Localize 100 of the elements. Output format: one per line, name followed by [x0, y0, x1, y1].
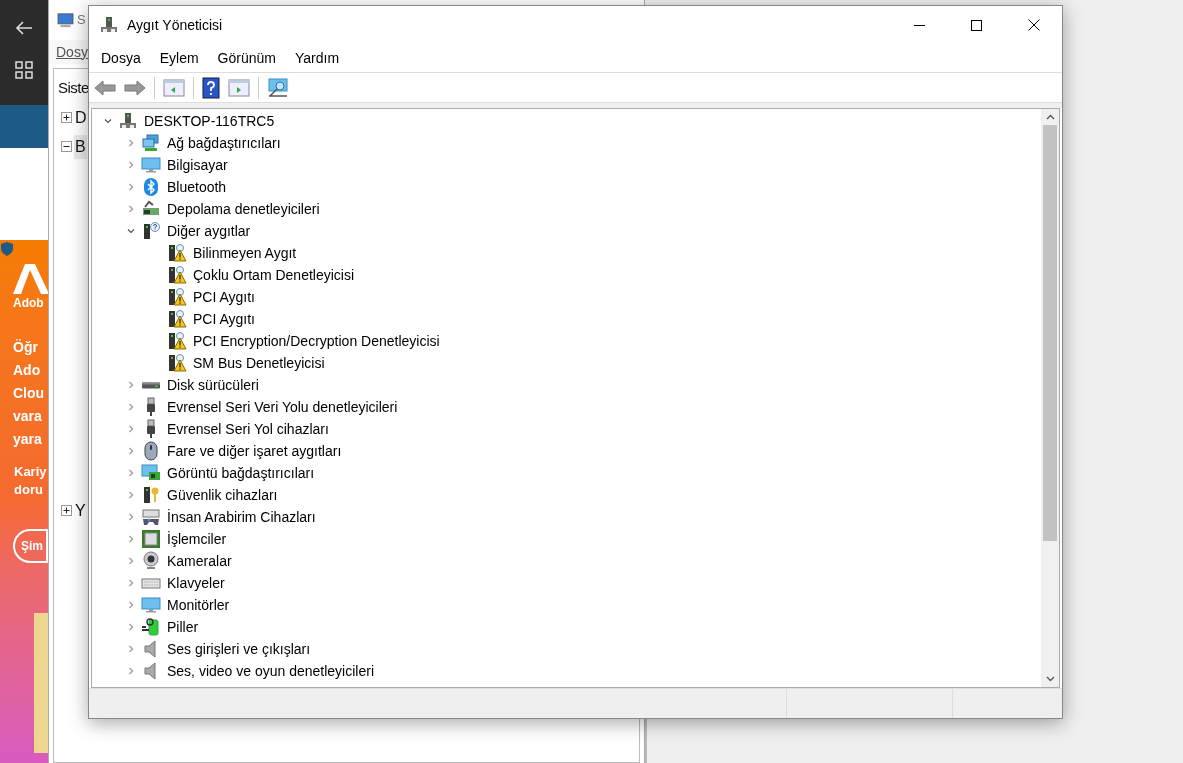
expand-icon[interactable]	[61, 505, 72, 516]
forward-arrow-icon[interactable]	[124, 78, 146, 97]
tree-item[interactable]: PCI Aygıtı	[193, 286, 255, 308]
menu-item[interactable]: Dosy	[56, 41, 88, 63]
back-arrow-icon[interactable]	[15, 20, 33, 36]
tree-item[interactable]: İşlemciler	[167, 528, 227, 550]
scrollbar-thumb[interactable]	[1043, 125, 1057, 541]
menu-item[interactable]: Görünüm	[217, 47, 276, 69]
menu-item[interactable]: Yardım	[294, 47, 340, 69]
battery-plug-icon	[141, 617, 161, 637]
keyboard-gamepad-icon	[141, 507, 161, 527]
minimize-icon	[914, 24, 925, 26]
tree-item[interactable]: Y	[74, 498, 87, 523]
tree-item[interactable]: Disk sürücüleri	[167, 374, 259, 396]
tree-item[interactable]: İnsan Arabirim Cihazları	[167, 506, 316, 528]
chevron-right-icon[interactable]	[127, 205, 135, 213]
mouse-icon	[141, 441, 161, 461]
tree-root: Siste	[58, 78, 89, 98]
chevron-down-icon[interactable]	[127, 227, 135, 235]
tree-item[interactable]: Ses girişleri ve çıkışları	[167, 638, 311, 660]
processor-icon	[141, 529, 161, 549]
tree-item[interactable]: Evrensel Seri Yol cihazları	[167, 418, 329, 440]
chevron-right-icon[interactable]	[127, 667, 135, 675]
tree-item[interactable]: Bilinmeyen Aygıt	[193, 242, 297, 264]
network-icon	[141, 133, 161, 153]
monitor-search-icon[interactable]	[267, 77, 289, 98]
chevron-right-icon[interactable]	[127, 557, 135, 565]
tower-key-icon	[141, 485, 161, 505]
tree-item[interactable]: Evrensel Seri Veri Yolu denetleyicileri	[167, 396, 398, 418]
device-warning-icon	[167, 353, 187, 373]
monitor-icon	[141, 155, 161, 175]
tree-item[interactable]: Ağ bağdaştırıcıları	[167, 132, 281, 154]
chevron-right-icon[interactable]	[127, 601, 135, 609]
chevron-right-icon[interactable]	[127, 491, 135, 499]
device-warning-icon	[167, 265, 187, 285]
chevron-right-icon[interactable]	[127, 403, 135, 411]
device-warning-icon	[167, 309, 187, 329]
tree-item[interactable]: Kameralar	[167, 550, 232, 572]
tree-item[interactable]: Diğer aygıtlar	[167, 220, 251, 242]
tree-item[interactable]: Fare ve diğer işaret aygıtları	[167, 440, 342, 462]
tree-item[interactable]: PCI Aygıtı	[193, 308, 255, 330]
webcam-icon	[141, 551, 161, 571]
window-title: Aygıt Yöneticisi	[127, 15, 223, 35]
bluetooth-icon	[141, 177, 161, 197]
menu-item[interactable]: Eylem	[159, 47, 199, 69]
computer-tower-icon	[99, 15, 119, 35]
expand-icon[interactable]	[61, 112, 72, 123]
tree-item[interactable]: Ses, video ve oyun denetleyicileri	[167, 660, 374, 682]
ad-headline: Öğr Ado Clou vara yara	[12, 338, 45, 449]
chevron-down-icon[interactable]	[104, 117, 112, 125]
chevron-right-icon[interactable]	[127, 183, 135, 191]
tree-item[interactable]: Bilgisayar	[167, 154, 228, 176]
tree-item[interactable]: Güvenlik cihazları	[167, 484, 278, 506]
tree-item[interactable]: D	[74, 105, 88, 130]
maximize-icon	[971, 19, 982, 31]
tree-item[interactable]: B	[74, 134, 87, 159]
chevron-right-icon[interactable]	[127, 381, 135, 389]
chevron-right-icon[interactable]	[127, 579, 135, 587]
header-bar	[0, 105, 48, 148]
device-warning-icon	[167, 287, 187, 307]
panel-right-icon[interactable]	[228, 78, 250, 97]
disk-drive-icon	[141, 381, 161, 389]
menu-item[interactable]: Dosya	[101, 47, 141, 69]
collapse-icon[interactable]	[61, 141, 72, 152]
scrollbar[interactable]	[1041, 109, 1059, 687]
system-icon	[57, 12, 74, 28]
tree-item[interactable]: SM Bus Denetleyicisi	[193, 352, 325, 374]
chevron-right-icon[interactable]	[127, 535, 135, 543]
tree-item[interactable]: PCI Encryption/Decryption Denetleyicisi	[193, 330, 440, 352]
ad-subline: Kariy doru	[13, 463, 47, 499]
monitor-icon	[141, 595, 161, 615]
ad-brand: Adob	[13, 295, 44, 312]
shield-icon	[1, 242, 13, 256]
chevron-right-icon[interactable]	[127, 425, 135, 433]
close-icon	[1027, 19, 1040, 31]
tree-item[interactable]: Bluetooth	[167, 176, 227, 198]
help-icon[interactable]	[202, 76, 220, 99]
tree-item[interactable]: Piller	[167, 616, 199, 638]
chevron-right-icon[interactable]	[127, 513, 135, 521]
tree-item[interactable]: DESKTOP-116TRC5	[144, 110, 275, 132]
chevron-up-icon[interactable]	[1045, 114, 1055, 120]
device-warning-icon	[167, 243, 187, 263]
chevron-right-icon[interactable]	[127, 447, 135, 455]
chevron-right-icon[interactable]	[127, 161, 135, 169]
tree-item[interactable]: Çoklu Ortam Denetleyicisi	[193, 264, 355, 286]
chevron-right-icon[interactable]	[127, 623, 135, 631]
chevron-right-icon[interactable]	[127, 645, 135, 653]
grid-icon[interactable]	[15, 61, 33, 79]
unknown-device-icon	[141, 221, 161, 241]
display-adapter-icon	[141, 463, 161, 483]
panel-left-icon[interactable]	[163, 78, 185, 97]
tree-item[interactable]: Klavyeler	[167, 572, 225, 594]
device-warning-icon	[167, 331, 187, 351]
tree-item[interactable]: Monitörler	[167, 594, 230, 616]
chevron-right-icon[interactable]	[127, 139, 135, 147]
tree-item[interactable]: Depolama denetleyicileri	[167, 198, 320, 220]
tree-item[interactable]: Görüntü bağdaştırıcıları	[167, 462, 315, 484]
background-window-title: S	[77, 11, 86, 30]
chevron-down-icon[interactable]	[1045, 676, 1055, 682]
chevron-right-icon[interactable]	[127, 469, 135, 477]
